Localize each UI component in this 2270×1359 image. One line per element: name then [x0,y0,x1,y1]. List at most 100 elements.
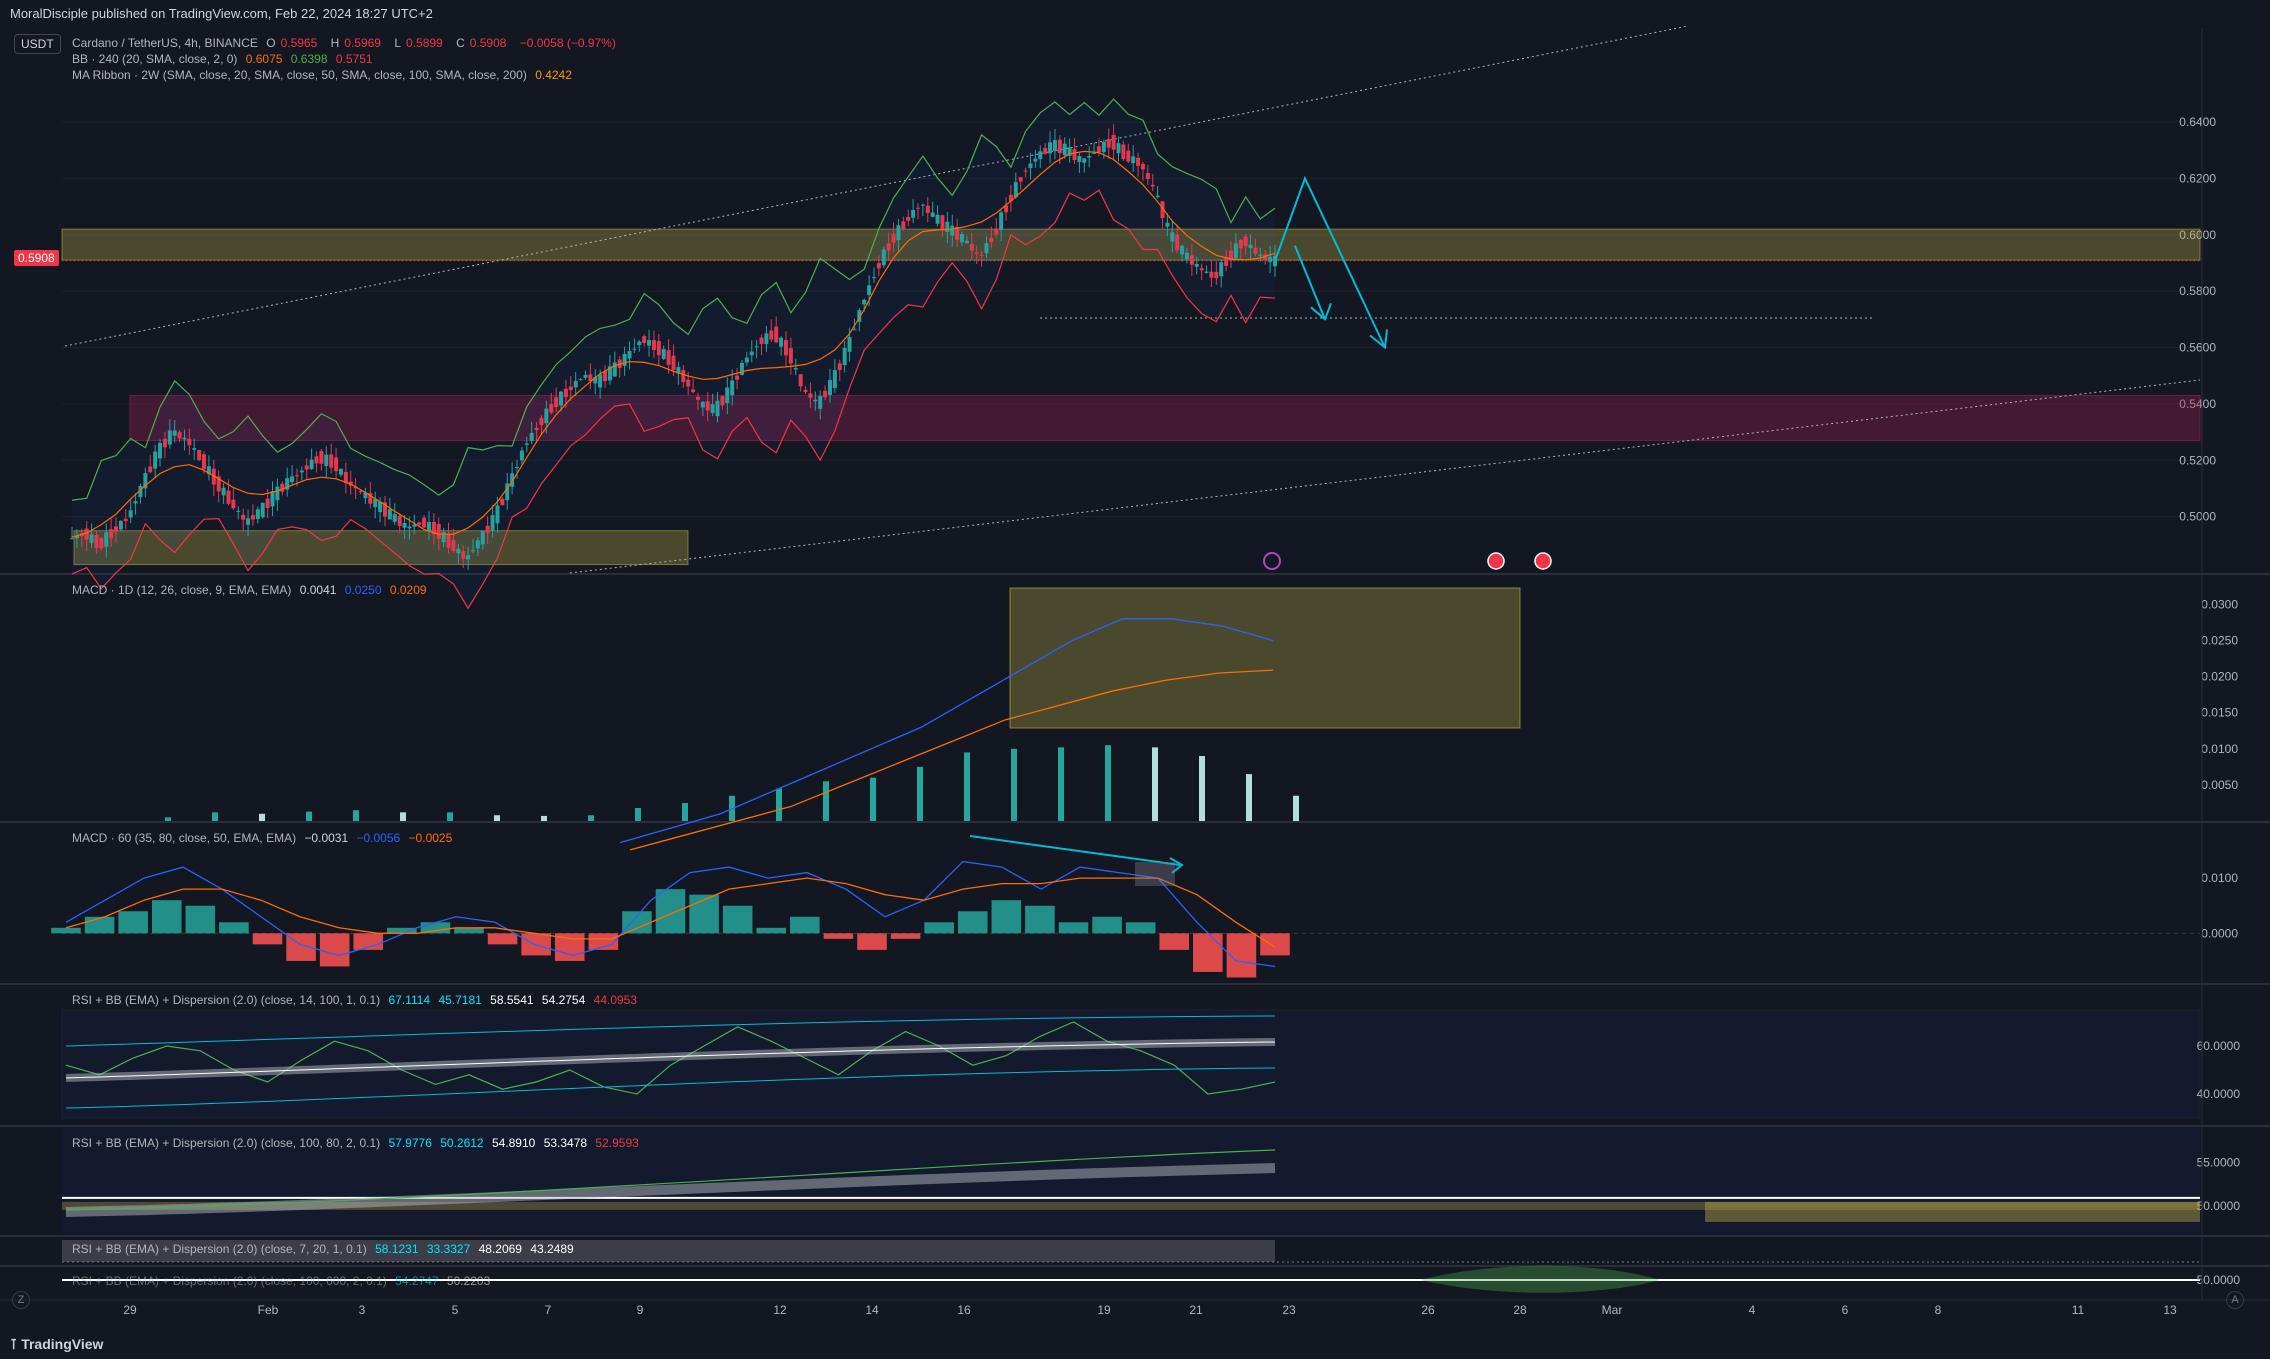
macd1-hist-bar [353,810,359,821]
macd2-hist-bar [1092,916,1122,934]
price-axis-tick: 0.5000 [2179,510,2216,524]
time-axis-tick: 29 [123,1303,137,1317]
macd2-hist-bar [689,894,719,934]
legend-rsi2-label: RSI + BB (EMA) + Dispersion (2.0) (close… [72,1136,381,1150]
legend-macd1-label: MACD · 1D (12, 26, close, 9, EMA, EMA) [72,583,292,597]
macd1-axis-tick: 0.0300 [2201,597,2238,611]
legend-rsi3-v3: 48.2069 [478,1242,522,1256]
macd2-hist-bar [319,933,350,967]
l-label: L [394,36,402,50]
legend-rsi3-v2: 33.3327 [426,1242,471,1256]
macd2-hist-bar [1260,933,1290,956]
legend-bb-v2: 0.6398 [290,52,328,66]
c-value: 0.5908 [469,36,507,50]
legend-macd1[interactable]: MACD · 1D (12, 26, close, 9, EMA, EMA) 0… [72,583,432,597]
macd1-hist-bar [259,813,265,821]
time-axis-tick: 19 [1097,1303,1111,1317]
legend-low: L 0.5899 [394,36,447,50]
legend-rsi1-v3: 58.5541 [490,993,534,1007]
chart-canvas[interactable]: 0.64000.62000.60000.58000.56000.54000.52… [0,0,2270,1359]
legend-bb-v1: 0.6075 [245,52,283,66]
legend-macd2-v3: −0.0025 [408,831,453,845]
macd2-hist-bar [51,927,81,934]
macd1-axis-tick: 0.0150 [2201,706,2238,720]
macd1-axis-tick: 0.0050 [2201,778,2238,792]
legend-macd2-label: MACD · 60 (35, 80, close, 50, EMA, EMA) [72,831,297,845]
time-axis-tick: 7 [545,1303,552,1317]
legend-macd2[interactable]: MACD · 60 (35, 80, close, 50, EMA, EMA) … [72,831,457,845]
macd1-hist-bar [1293,795,1299,821]
h-value: 0.5969 [344,36,381,50]
legend-rsi4[interactable]: RSI + BB (EMA) + Dispersion (2.0) (close… [72,1274,495,1288]
legend-rsi2-v2: 50.2612 [440,1136,484,1150]
rsi1-axis-tick: 40.0000 [2197,1087,2241,1101]
macd1-axis-tick: 0.0200 [2201,670,2238,684]
macd1-hist-bar [1199,756,1205,821]
macd2-hist-bar [185,905,216,934]
time-axis-tick: 26 [1421,1303,1435,1317]
rsi2-zone-right [1705,1201,2200,1222]
legend-bb[interactable]: BB · 240 (20, SMA, close, 2, 0) 0.6075 0… [72,52,378,66]
macd1-hist-bar [823,781,829,821]
macd2-hist-bar [1193,933,1223,972]
legend-rsi2[interactable]: RSI + BB (EMA) + Dispersion (2.0) (close… [72,1136,644,1150]
zone-yellow [61,228,2201,261]
macd2-hist-bar [655,889,686,934]
time-axis-tick: 23 [1282,1303,1296,1317]
c-label: C [456,36,465,50]
macd2-hist-bar [1159,933,1190,950]
legend-rsi3[interactable]: RSI + BB (EMA) + Dispersion (2.0) (close… [72,1242,579,1256]
legend-close: C 0.5908 [456,36,511,50]
macd2-hist-bar [118,911,148,934]
macd1-hist-bar [447,812,453,821]
us-flag-icon [1534,552,1552,570]
legend-rsi2-v4: 53.3478 [543,1136,588,1150]
time-axis-tick: 16 [957,1303,971,1317]
macd2-hist-bar [84,916,115,934]
legend-macd1-v2: 0.0250 [344,583,382,597]
time-axis-tick: 12 [773,1303,787,1317]
zone-red [129,394,2201,442]
legend-high: H 0.5969 [331,36,386,50]
macd2-hist-bar [957,911,988,934]
macd1-hist-bar [1246,774,1252,821]
legend-change: −0.0058 (−0.97%) [519,36,616,50]
macd2-hist-bar [252,933,283,945]
auto-scale-button[interactable]: A [2226,1291,2244,1309]
macd1-hist-bar [870,777,876,821]
z-button[interactable]: Z [12,1291,30,1309]
rsi2-axis-tick: 55.0000 [2197,1155,2241,1169]
legend-main[interactable]: Cardano / TetherUS, 4h, BINANCE O 0.5965 … [72,36,621,50]
macd1-hist-bar [165,817,171,821]
h-label: H [330,36,340,50]
legend-macd1-v1: 0.0041 [299,583,337,597]
legend-rsi1-v4: 54.2754 [541,993,586,1007]
price-axis-tick: 0.6400 [2179,115,2216,129]
legend-rsi1-v1: 67.1114 [388,993,431,1007]
macd2-hist-bar [487,933,518,945]
legend-rsi1[interactable]: RSI + BB (EMA) + Dispersion (2.0) (close… [72,993,642,1007]
macd2-highlight-box [1135,862,1175,886]
legend-macd2-v1: −0.0031 [304,831,349,845]
legend-ma[interactable]: MA Ribbon · 2W (SMA, close, 20, SMA, clo… [72,68,577,82]
rsi2-axis-tick: 50.0000 [2197,1199,2241,1213]
macd1-hist-bar [306,811,312,821]
legend-macd1-v3: 0.0209 [389,583,427,597]
event-icon [1263,552,1281,570]
legend-macd2-v2: −0.0056 [356,831,401,845]
macd2-hist-bar [857,933,887,950]
macd1-hist-bar [494,815,500,821]
macd2-hist-bar [454,927,484,934]
o-label: O [266,36,276,50]
macd1-hist-bar [635,808,641,821]
time-axis-tick: 13 [2163,1303,2177,1317]
symbol-button[interactable]: USDT [14,34,61,54]
legend-rsi2-v3: 54.8910 [491,1136,536,1150]
macd1-hist-bar [1011,748,1017,821]
macd2-hist-bar [756,927,787,934]
time-axis-tick: 3 [359,1303,366,1317]
macd1-axis-tick: 0.0250 [2201,634,2238,648]
macd2-hist-bar [1025,905,1055,934]
macd2-hist-bar [991,900,1022,934]
price-axis-tick: 0.5600 [2179,341,2216,355]
